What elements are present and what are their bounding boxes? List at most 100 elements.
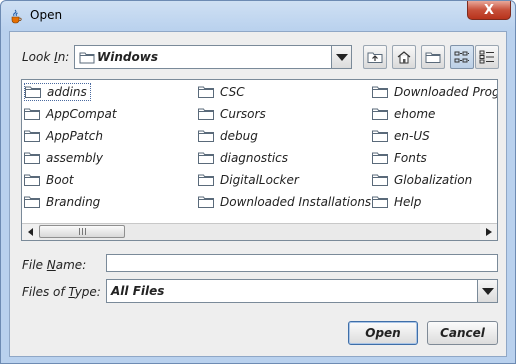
- folder-icon: [24, 130, 40, 142]
- chevron-right-icon: [485, 228, 492, 236]
- file-list-item[interactable]: Globalization: [372, 171, 497, 189]
- files-of-type-dropdown-button[interactable]: [477, 280, 497, 302]
- file-list-item[interactable]: Downloaded Installations: [198, 193, 371, 211]
- folder-icon: [24, 196, 40, 208]
- new-folder-icon: [425, 52, 441, 63]
- file-list-item[interactable]: Help: [372, 193, 497, 211]
- folder-icon: [198, 196, 214, 208]
- folder-icon: [198, 108, 214, 120]
- folder-icon: [372, 152, 388, 164]
- file-list-item-label: DigitalLocker: [220, 173, 299, 187]
- close-icon: X: [483, 2, 495, 18]
- file-list-item-label: en-US: [394, 129, 430, 143]
- chevron-down-icon: [335, 53, 348, 61]
- window-title: Open: [30, 8, 63, 22]
- file-list-item[interactable]: addins: [24, 83, 91, 101]
- look-in-label-post: n:: [57, 50, 70, 64]
- file-list-item-label: CSC: [220, 85, 245, 99]
- file-list-item[interactable]: ehome: [372, 105, 497, 123]
- folder-icon: [198, 152, 214, 164]
- files-of-type-label: Files of Type:: [22, 285, 101, 299]
- up-one-level-icon: [367, 52, 383, 63]
- folder-icon: [25, 86, 41, 98]
- file-list[interactable]: addins AppCompat AppPatch assembly Boot Brand…: [21, 79, 498, 241]
- details-view-icon: [479, 50, 494, 64]
- folder-icon: [24, 152, 40, 164]
- file-name-label-post: ame:: [55, 258, 87, 272]
- file-list-item[interactable]: AppCompat: [24, 105, 117, 123]
- folder-icon: [79, 52, 95, 64]
- files-of-type-value: All Files: [111, 284, 165, 298]
- file-list-item-label: ehome: [394, 107, 436, 121]
- file-list-item-label: Downloaded Installations: [220, 195, 372, 209]
- look-in-label-pre: Look: [22, 50, 55, 64]
- scrollbar-thumb[interactable]: [39, 225, 125, 238]
- look-in-value: Windows: [97, 50, 158, 64]
- file-list-item-label: Cursors: [220, 107, 266, 121]
- file-list-item[interactable]: Cursors: [198, 105, 266, 123]
- file-list-item-label: Downloaded Program Files: [394, 85, 497, 99]
- file-list-item-label: AppCompat: [46, 107, 117, 121]
- file-list-item[interactable]: DigitalLocker: [198, 171, 299, 189]
- close-button[interactable]: X: [467, 1, 511, 20]
- file-list-item-label: debug: [220, 129, 258, 143]
- scroll-left-button[interactable]: [22, 224, 39, 240]
- list-view-icon: [454, 51, 469, 63]
- file-list-item[interactable]: Branding: [24, 193, 100, 211]
- folder-icon: [198, 130, 214, 142]
- file-list-item[interactable]: Boot: [24, 171, 74, 189]
- file-list-item-label: AppPatch: [46, 129, 103, 143]
- chevron-down-icon: [481, 287, 494, 295]
- files-of-type-label-pre: Files of: [22, 285, 69, 299]
- file-list-item[interactable]: Fonts: [372, 149, 497, 167]
- file-list-item-label: Fonts: [394, 151, 427, 165]
- home-icon: [397, 51, 411, 64]
- files-of-type-combo[interactable]: All Files: [106, 279, 498, 303]
- folder-icon: [372, 108, 388, 120]
- folder-icon: [198, 86, 214, 98]
- file-list-item-label: Branding: [46, 195, 101, 209]
- look-in-dropdown-button[interactable]: [331, 46, 351, 68]
- file-list-item[interactable]: debug: [198, 127, 258, 145]
- folder-icon: [372, 174, 388, 186]
- file-name-label-mnemonic: N: [46, 258, 56, 272]
- file-list-item-label: Boot: [46, 173, 74, 187]
- folder-icon: [24, 174, 40, 186]
- folder-icon: [24, 108, 40, 120]
- chevron-left-icon: [27, 228, 33, 236]
- home-button[interactable]: [392, 45, 416, 69]
- open-dialog: Open X Look In: Windows addins AppCompat…: [0, 0, 516, 364]
- file-list-item[interactable]: Downloaded Program Files: [372, 83, 497, 101]
- file-list-item[interactable]: CSC: [198, 83, 245, 101]
- file-list-item[interactable]: en-US: [372, 127, 497, 145]
- file-name-label: File Name:: [22, 258, 86, 272]
- files-of-type-label-post: ype:: [74, 285, 101, 299]
- new-folder-button[interactable]: [421, 45, 445, 69]
- list-view-button[interactable]: [450, 45, 474, 69]
- look-in-label: Look In:: [22, 50, 69, 64]
- look-in-combo[interactable]: Windows: [74, 45, 352, 69]
- folder-icon: [198, 174, 214, 186]
- file-list-item-label: assembly: [46, 151, 103, 165]
- file-list-item-label: Help: [394, 195, 422, 209]
- file-list-item[interactable]: diagnostics: [198, 149, 288, 167]
- title-bar[interactable]: Open X: [1, 1, 515, 31]
- details-view-button[interactable]: [475, 45, 499, 69]
- file-list-item-label: addins: [47, 85, 87, 99]
- folder-icon: [372, 86, 388, 98]
- file-name-label-pre: File: [22, 258, 47, 272]
- cancel-button[interactable]: Cancel: [427, 321, 498, 345]
- open-button[interactable]: Open: [348, 321, 418, 345]
- file-list-item[interactable]: assembly: [24, 149, 103, 167]
- file-list-item-label: Globalization: [394, 173, 473, 187]
- horizontal-scrollbar[interactable]: [22, 223, 497, 240]
- up-one-level-button[interactable]: [363, 45, 387, 69]
- folder-icon: [372, 130, 388, 142]
- folder-icon: [372, 196, 388, 208]
- dialog-body: Look In: Windows addins AppCompat AppPat…: [9, 31, 507, 357]
- file-name-input[interactable]: [106, 254, 498, 272]
- file-list-item[interactable]: AppPatch: [24, 127, 103, 145]
- file-list-item-label: diagnostics: [220, 151, 289, 165]
- scroll-right-button[interactable]: [480, 224, 497, 240]
- java-cup-icon: [11, 9, 22, 24]
